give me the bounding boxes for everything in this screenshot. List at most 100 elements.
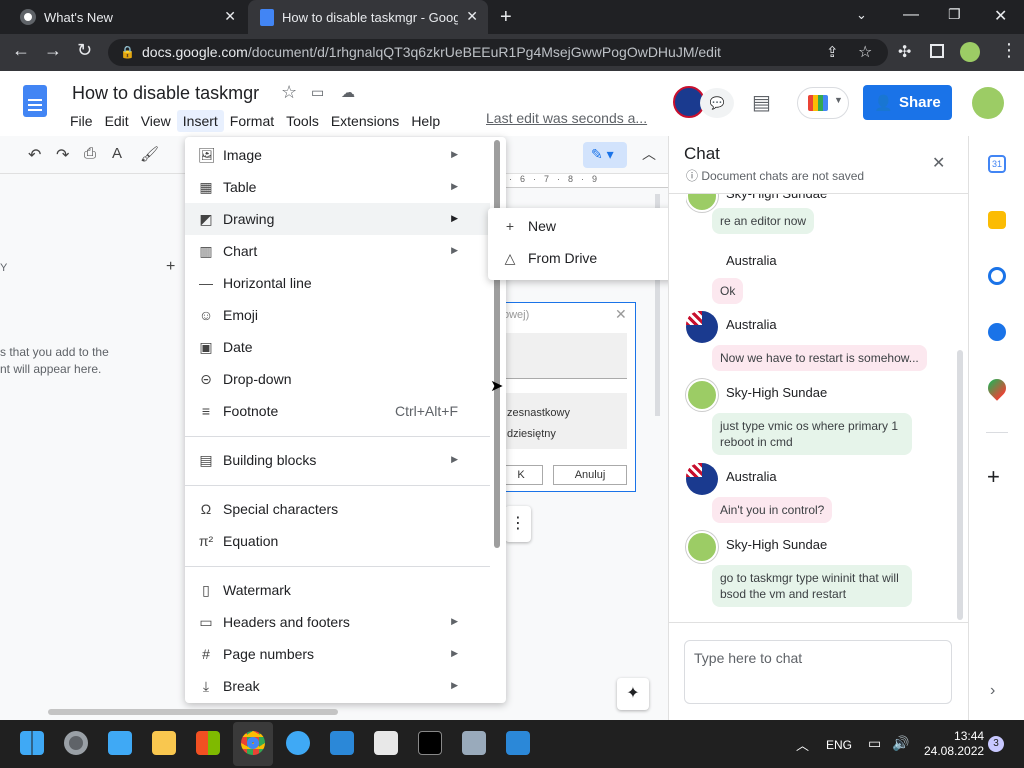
undo-icon[interactable]: ↶ [28, 145, 41, 165]
back-icon[interactable]: ← [12, 40, 30, 61]
menu-item-headers-footers[interactable]: ▭ Headers and footers ▶ [185, 606, 490, 638]
start-icon[interactable] [20, 731, 44, 755]
chrome-icon[interactable] [241, 731, 265, 755]
menu-item-break[interactable]: ⤓ Break ▶ [185, 670, 490, 702]
menu-item-footnote[interactable]: ≡ Footnote Ctrl+Alt+F [185, 395, 490, 427]
paint-icon[interactable] [374, 731, 398, 755]
redo-icon[interactable]: ↷ [56, 145, 69, 165]
notepad-icon[interactable] [108, 731, 132, 755]
menu-edit[interactable]: Edit [99, 110, 135, 132]
new-tab-icon[interactable]: + [500, 6, 512, 29]
menu-item-watermark[interactable]: ▯ Watermark [185, 574, 490, 606]
menu-view[interactable]: View [135, 110, 177, 132]
star-icon[interactable]: ☆ [281, 82, 297, 103]
computer-icon[interactable] [462, 731, 486, 755]
chat-toggle-icon[interactable]: 💬 [700, 88, 734, 118]
get-addons-icon[interactable]: + [987, 464, 1000, 490]
menu-format[interactable]: Format [224, 110, 280, 132]
terminal-icon[interactable] [418, 731, 442, 755]
spellcheck-icon[interactable]: A [112, 145, 122, 162]
forward-icon[interactable]: → [44, 40, 62, 61]
expand-rail-icon[interactable]: › [990, 682, 995, 700]
menu-item-drop-down[interactable]: ⊝ Drop-down [185, 363, 490, 395]
menu-item-equation[interactable]: π² Equation [185, 525, 490, 557]
app-icon[interactable] [330, 731, 354, 755]
explore-icon[interactable]: ✦ [617, 678, 649, 710]
volume-icon[interactable]: 🔊 [892, 735, 909, 752]
menu-item-horizontal-line[interactable]: — Horizontal line [185, 267, 490, 299]
menu-item-page-numbers[interactable]: # Page numbers ▶ [185, 638, 490, 670]
share-button[interactable]: 👤 Share [863, 85, 952, 120]
close-chat-icon[interactable]: ✕ [932, 153, 945, 173]
settings-icon[interactable] [64, 731, 88, 755]
menu-divider [185, 485, 490, 486]
menu-item-special-characters[interactable]: Ω Special characters [185, 493, 490, 525]
store-icon[interactable] [196, 731, 220, 755]
network-icon[interactable]: ▭ [868, 735, 881, 752]
file-explorer-icon[interactable] [152, 731, 176, 755]
globe-icon[interactable] [286, 731, 310, 755]
account-avatar[interactable] [972, 87, 1004, 119]
bookmark-star-icon[interactable]: ☆ [858, 42, 872, 62]
profile-avatar[interactable] [960, 42, 980, 62]
chat-scrollbar[interactable] [957, 350, 963, 620]
menu-item-image[interactable]: 🖼 Image ▶ [185, 139, 490, 171]
calendar-icon[interactable]: 31 [988, 155, 1006, 173]
menu-item-table[interactable]: ▦ Table ▶ [185, 171, 490, 203]
browser-menu-icon[interactable]: ⋮ [1000, 40, 1018, 61]
language-indicator[interactable]: ENG [826, 738, 852, 752]
embedded-image[interactable]: owej) ✕ zesnastkowy dziesiętny K Anuluj [498, 302, 636, 492]
menu-tools[interactable]: Tools [280, 110, 325, 132]
notification-badge[interactable]: 3 [988, 736, 1004, 752]
contacts-icon[interactable] [988, 323, 1006, 341]
comments-icon[interactable]: ▤ [752, 90, 771, 115]
docs-logo-icon[interactable] [23, 85, 47, 117]
close-window-icon[interactable]: ✕ [994, 6, 1007, 26]
share-page-icon[interactable]: ⇪ [826, 43, 839, 61]
menu-help[interactable]: Help [405, 110, 446, 132]
editing-mode-button[interactable]: ✎ ▾ [583, 142, 627, 168]
meet-button[interactable]: ▼ [797, 87, 849, 119]
extensions-icon[interactable]: ✣ [898, 42, 911, 62]
menu-item-label: Emoji [223, 307, 259, 323]
restore-icon[interactable]: ❐ [948, 6, 961, 23]
menu-item-drawing[interactable]: ◩ Drawing ▶ [185, 203, 490, 235]
dropdown-icon: ⊝ [200, 371, 212, 387]
chat-bubble: re an editor now [712, 208, 815, 234]
tab-search-icon[interactable]: ⌄ [856, 7, 867, 23]
document-title[interactable]: How to disable taskmgr [72, 83, 259, 104]
paint-format-icon[interactable]: 🖌 [140, 145, 159, 163]
close-tab-icon[interactable]: ✕ [224, 8, 236, 25]
close-tab-icon[interactable]: ✕ [466, 8, 478, 25]
monitor-icon[interactable] [506, 731, 530, 755]
tab-docs[interactable]: How to disable taskmgr - Google ✕ [248, 0, 488, 34]
menu-insert[interactable]: Insert [176, 110, 224, 132]
menu-extensions[interactable]: Extensions [325, 110, 405, 132]
collapse-toolbar-icon[interactable]: ︿ [642, 144, 656, 164]
keep-icon[interactable] [988, 211, 1006, 229]
tasks-icon[interactable] [988, 267, 1006, 285]
image-options-icon[interactable]: ⋮ [505, 506, 531, 542]
menu-item-building-blocks[interactable]: ▤ Building blocks ▶ [185, 444, 490, 476]
cloud-status-icon[interactable]: ☁ [341, 84, 355, 101]
menu-file[interactable]: File [64, 110, 99, 132]
move-folder-icon[interactable]: ▭ [311, 84, 324, 101]
submenu-item-label: New [528, 218, 557, 234]
menu-scrollbar[interactable] [494, 140, 500, 548]
last-edit-link[interactable]: Last edit was seconds a... [486, 110, 647, 126]
menu-item-date[interactable]: ▣ Date [185, 331, 490, 363]
menu-item-emoji[interactable]: ☺ Emoji [185, 299, 490, 331]
building-blocks-icon: ▤ [199, 452, 213, 468]
tab-whats-new[interactable]: What's New ✕ [8, 0, 246, 34]
menu-item-chart[interactable]: ▥ Chart ▶ [185, 235, 490, 267]
system-clock[interactable]: 13:44 24.08.2022 [924, 729, 984, 759]
tray-overflow-icon[interactable]: ︿ [796, 735, 809, 754]
chat-input[interactable]: Type here to chat [684, 640, 952, 704]
add-heading-icon[interactable]: + [166, 258, 175, 276]
url-input[interactable]: 🔒 docs.google.com/document/d/1rhgnalqQT3… [108, 39, 888, 66]
horizontal-scrollbar[interactable] [48, 709, 338, 715]
minimize-icon[interactable]: — [903, 6, 919, 24]
side-panel-icon[interactable] [930, 44, 944, 58]
reload-icon[interactable]: ↻ [77, 40, 92, 61]
print-icon[interactable]: ⎙ [84, 145, 96, 162]
